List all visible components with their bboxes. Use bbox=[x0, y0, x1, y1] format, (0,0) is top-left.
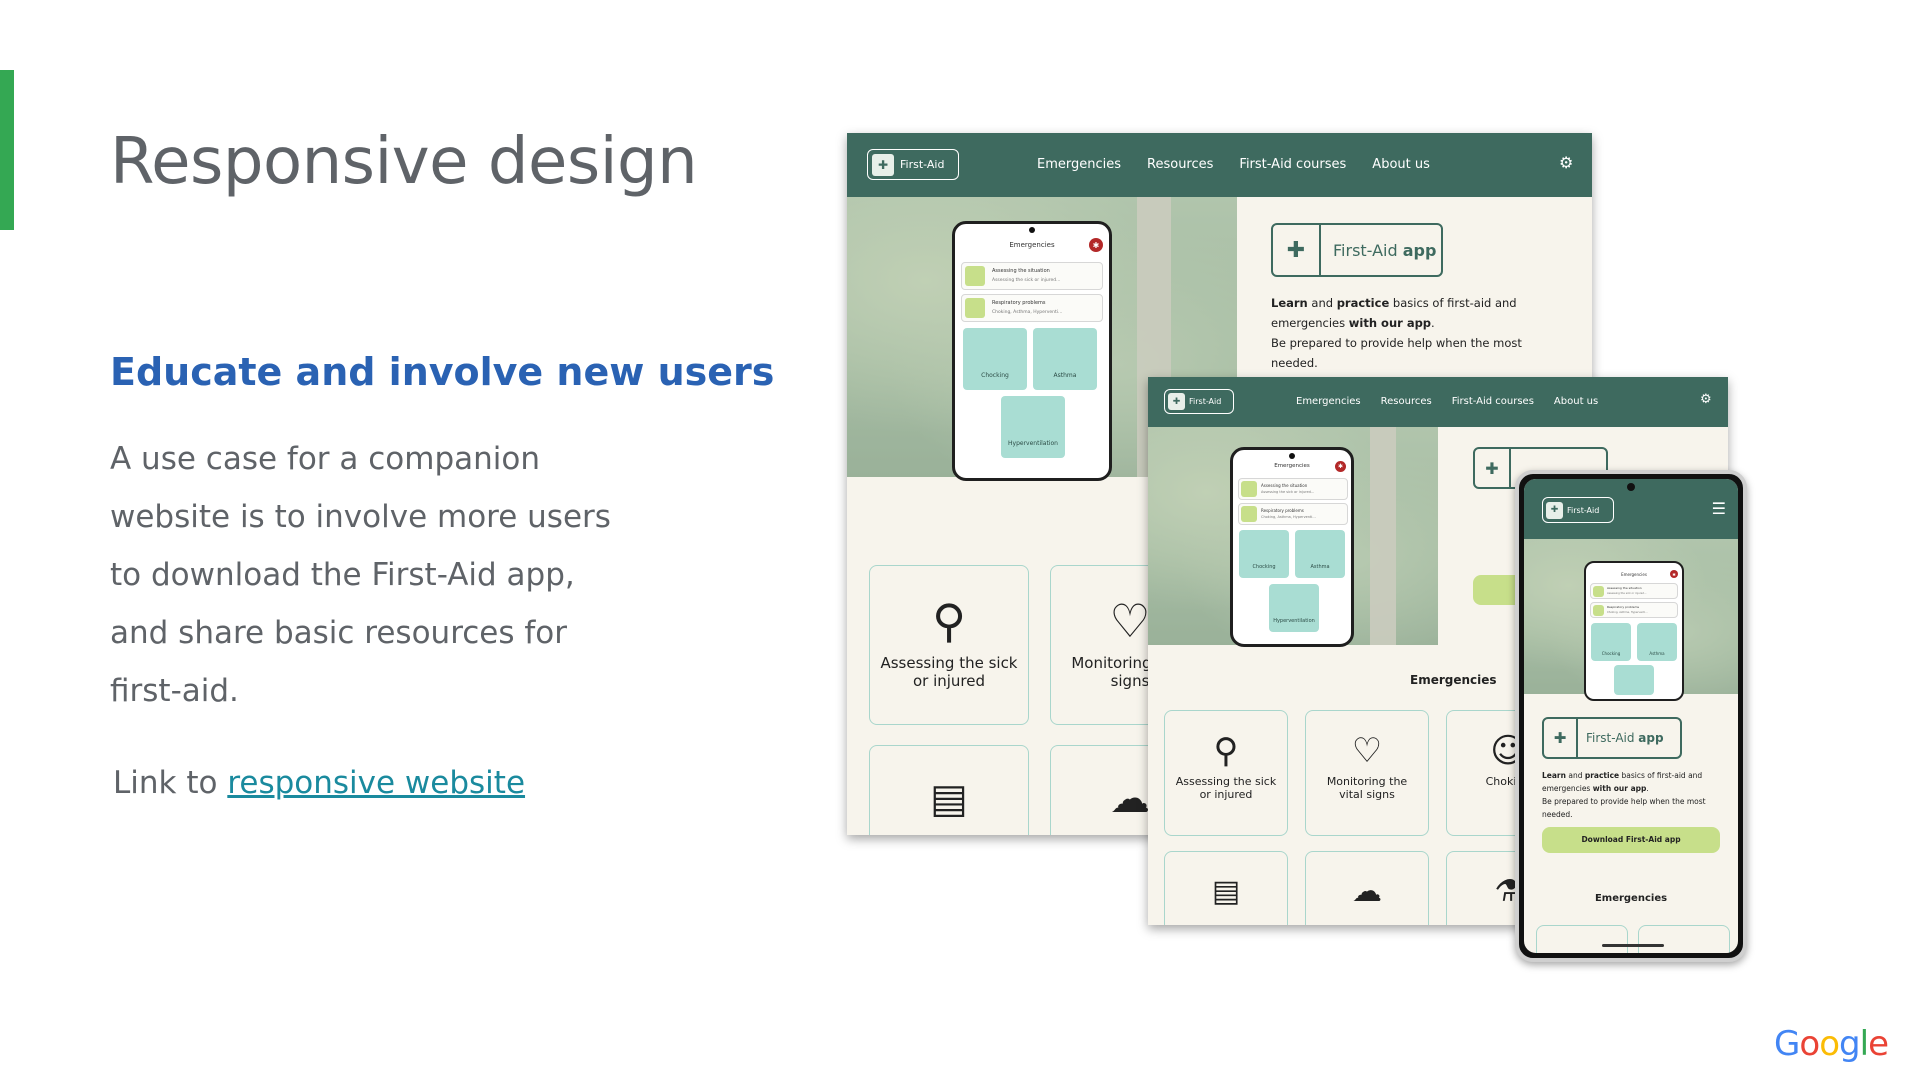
responsive-website-link[interactable]: responsive website bbox=[227, 765, 525, 801]
body-line: first-aid. bbox=[110, 673, 239, 709]
app-description: Learn and practice basics of first-aid a… bbox=[1271, 296, 1522, 370]
app-row[interactable]: Respiratory problems Choking, Asthma, Hy… bbox=[1238, 503, 1348, 525]
gear-icon[interactable]: ⚙ bbox=[1559, 153, 1573, 172]
first-aid-logo-icon: ✚ bbox=[1168, 393, 1185, 410]
desktop-nav: ✚ First-Aid Emergencies Resources First-… bbox=[847, 133, 1592, 197]
camera-dot bbox=[1289, 453, 1295, 459]
nav-first-aid-courses[interactable]: First-Aid courses bbox=[1239, 157, 1346, 172]
app-phone-preview: Emergencies ✱ Assessing the situation As… bbox=[1584, 561, 1684, 701]
assessing-icon: ⚲ bbox=[932, 594, 966, 648]
section-title: Emergencies bbox=[1594, 893, 1668, 904]
app-tile-asthma[interactable]: Asthma bbox=[1637, 623, 1677, 661]
app-row-sub: Assessing the sick or injured... bbox=[992, 278, 1061, 283]
hamburger-menu-icon[interactable]: ☰ bbox=[1712, 499, 1726, 518]
slide-subtitle: Educate and involve new users bbox=[110, 350, 775, 394]
app-tile-chocking[interactable]: Chocking bbox=[1239, 530, 1289, 578]
tree-trunk bbox=[1370, 427, 1396, 645]
first-aid-logo-icon: ✚ bbox=[1546, 501, 1563, 519]
app-tile-hyperventilation[interactable]: Hyperventilation bbox=[1269, 584, 1319, 632]
cards-icon: ▤ bbox=[1211, 874, 1241, 909]
respiratory-icon bbox=[965, 298, 985, 318]
tablet-nav: ✚ First-Aid Emergencies Resources First-… bbox=[1148, 377, 1728, 427]
nav-resources[interactable]: Resources bbox=[1381, 396, 1432, 407]
app-screen-title: Emergencies bbox=[1009, 241, 1055, 249]
nav-emergencies[interactable]: Emergencies bbox=[1037, 157, 1121, 172]
first-aid-person-icon: ✚ bbox=[1475, 449, 1511, 487]
app-tile-hyperventilation[interactable]: Hyperventilation bbox=[1001, 396, 1065, 458]
app-row[interactable]: Assessing the situation Assessing the si… bbox=[1238, 478, 1348, 500]
google-logo: Google bbox=[1774, 1024, 1889, 1064]
app-phone-preview: Emergencies ✱ Assessing the situation As… bbox=[952, 221, 1112, 481]
app-tile-chocking[interactable]: Chocking bbox=[963, 328, 1027, 390]
nav-first-aid-courses[interactable]: First-Aid courses bbox=[1452, 396, 1534, 407]
body-line: website is to involve more users bbox=[110, 499, 611, 535]
nav-about-us[interactable]: About us bbox=[1554, 396, 1598, 407]
tile-monitoring[interactable]: ♡ Monitoring the vital signs bbox=[1305, 710, 1429, 836]
cards-icon: ▤ bbox=[930, 776, 968, 822]
tile-cards[interactable]: ▤ bbox=[1164, 851, 1288, 925]
phone-screen: ✚ First-Aid ☰ Emergencies ✱ Assessing th… bbox=[1524, 479, 1738, 953]
app-row-title: Assessing the situation bbox=[992, 268, 1050, 274]
nav-links: Emergencies Resources First-Aid courses … bbox=[1296, 396, 1598, 407]
nav-links: Emergencies Resources First-Aid courses … bbox=[1037, 157, 1430, 172]
phone-device-mockup: ✚ First-Aid ☰ Emergencies ✱ Assessing th… bbox=[1515, 470, 1747, 962]
first-aid-person-icon: ✚ bbox=[1544, 719, 1578, 757]
link-prefix: Link to bbox=[113, 765, 228, 801]
tile-partial[interactable] bbox=[1638, 925, 1730, 953]
first-aid-person-icon: ✚ bbox=[1273, 225, 1321, 275]
app-badge: ✚ First-Aid app bbox=[1542, 717, 1682, 759]
app-tile-chocking[interactable]: Chocking bbox=[1591, 623, 1631, 661]
close-icon[interactable]: ✱ bbox=[1335, 461, 1346, 472]
logo-text: First-Aid bbox=[900, 158, 945, 171]
site-logo[interactable]: ✚ First-Aid bbox=[867, 149, 959, 180]
section-title: Emergencies bbox=[1410, 673, 1497, 687]
gear-icon[interactable]: ⚙ bbox=[1700, 392, 1712, 407]
site-logo[interactable]: ✚ First-Aid bbox=[1542, 497, 1614, 523]
app-row[interactable]: Assessing the situation Assessing the si… bbox=[1590, 583, 1678, 599]
tile-assessing[interactable]: ⚲ Assessing the sick or injured bbox=[869, 565, 1029, 725]
app-row-sub: Choking, Asthma, Hyperventi... bbox=[992, 310, 1063, 315]
assess-icon bbox=[965, 266, 985, 286]
app-tile-asthma[interactable]: Asthma bbox=[1033, 328, 1097, 390]
close-icon[interactable]: ✱ bbox=[1670, 570, 1678, 578]
body-line: to download the First-Aid app, bbox=[110, 557, 575, 593]
nav-about-us[interactable]: About us bbox=[1372, 157, 1430, 172]
body-text: A use case for a companion website is to… bbox=[110, 430, 630, 720]
site-logo[interactable]: ✚ First-Aid bbox=[1164, 389, 1234, 414]
nav-emergencies[interactable]: Emergencies bbox=[1296, 396, 1361, 407]
heart-hands-icon: ♡ bbox=[1351, 731, 1383, 771]
tile-brain[interactable]: ☁ bbox=[1305, 851, 1429, 925]
accent-bar bbox=[0, 70, 14, 230]
slide-title: Responsive design bbox=[110, 125, 698, 199]
first-aid-logo-icon: ✚ bbox=[872, 153, 894, 176]
front-camera bbox=[1627, 483, 1635, 491]
app-row[interactable]: Respiratory problems Choking, Asthma, Hy… bbox=[961, 294, 1103, 322]
app-row[interactable]: Respiratory problems Choking, Asthma, Hy… bbox=[1590, 602, 1678, 618]
tile-partial[interactable] bbox=[1536, 925, 1628, 953]
assessing-icon: ⚲ bbox=[1213, 731, 1239, 771]
link-line: Link to responsive website bbox=[113, 765, 525, 801]
app-tile-asthma[interactable]: Asthma bbox=[1295, 530, 1345, 578]
tile-cards[interactable]: ▤ bbox=[869, 745, 1029, 835]
app-row-title: Respiratory problems bbox=[992, 300, 1046, 306]
tile-assessing[interactable]: ⚲ Assessing the sick or injured bbox=[1164, 710, 1288, 836]
close-icon[interactable]: ✱ bbox=[1089, 238, 1103, 252]
app-badge: ✚ First-Aid app bbox=[1271, 223, 1443, 277]
app-row[interactable]: Assessing the situation Assessing the si… bbox=[961, 262, 1103, 290]
body-line: and share basic resources for bbox=[110, 615, 568, 651]
camera-dot bbox=[1029, 227, 1035, 233]
slide: Responsive design Educate and involve ne… bbox=[0, 0, 1920, 1080]
nav-resources[interactable]: Resources bbox=[1147, 157, 1213, 172]
app-description: Learn and practice basics of first-aid a… bbox=[1542, 771, 1706, 819]
home-indicator bbox=[1602, 944, 1664, 947]
body-line: A use case for a companion bbox=[110, 441, 540, 477]
download-app-button[interactable]: Download First-Aid app bbox=[1542, 827, 1720, 853]
brain-icon: ☁ bbox=[1352, 874, 1382, 909]
app-phone-preview: Emergencies ✱ Assessing the situation As… bbox=[1230, 447, 1354, 647]
app-tile-hyperventilation[interactable] bbox=[1614, 665, 1654, 695]
